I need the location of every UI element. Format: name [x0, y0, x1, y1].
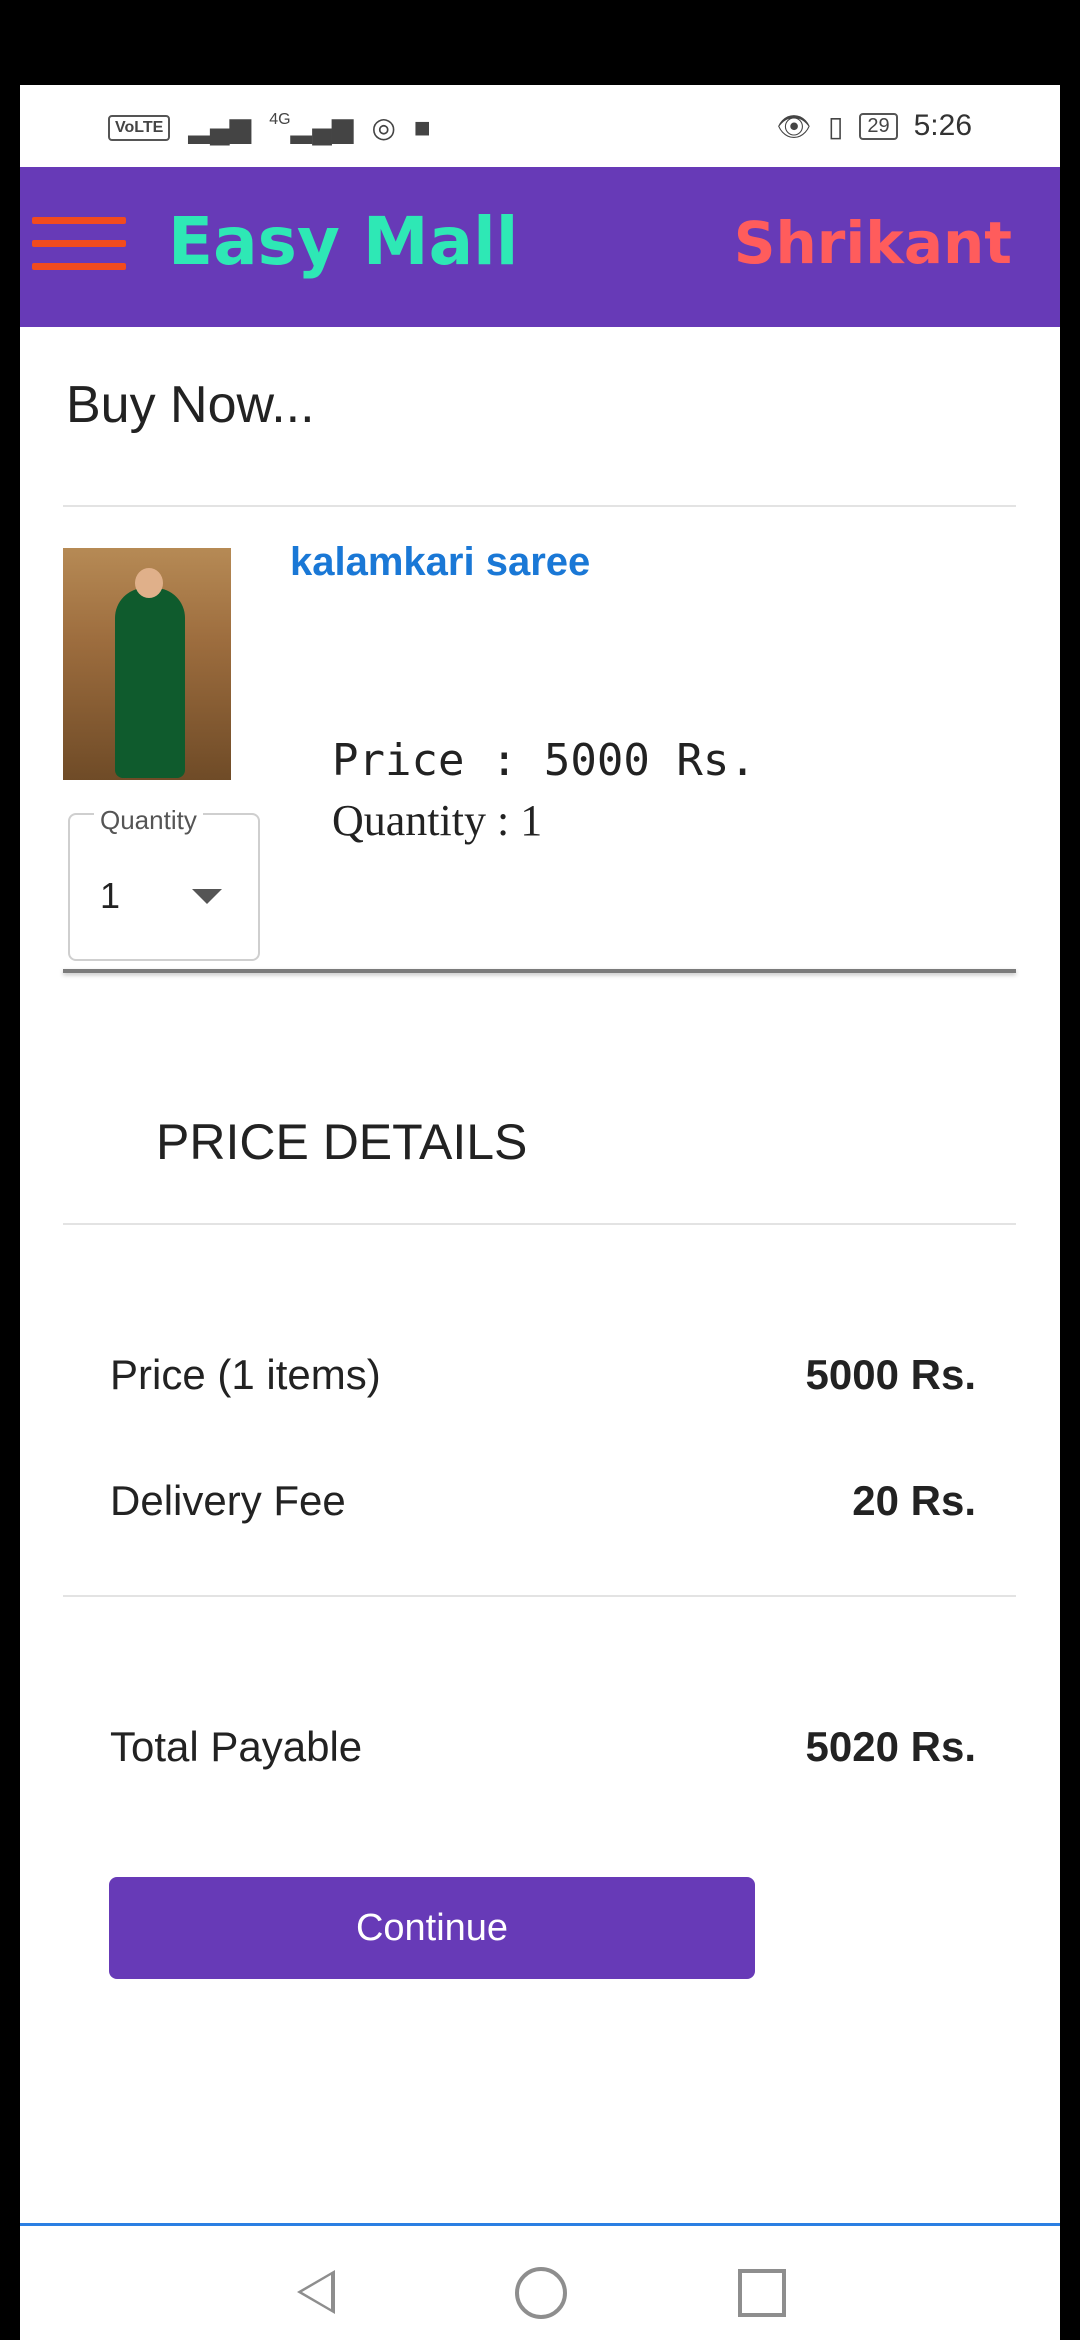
network-label: 4G — [269, 111, 291, 128]
chevron-down-icon — [192, 889, 222, 904]
app-screen: VoLTE ▂▄▆ 4G▂▄▆ ◎ ■ 👁 ▯ 29 5:26 Easy Mal… — [20, 85, 1060, 2340]
continue-button[interactable]: Continue — [109, 1877, 755, 1979]
quantity-select-label: Quantity — [94, 805, 203, 836]
product-quantity: Quantity : 1 — [332, 796, 543, 845]
page-title: Buy Now... — [66, 376, 315, 434]
total-payable-value: 5020 Rs. — [805, 1723, 976, 1770]
eye-icon: 👁 — [776, 110, 812, 142]
nav-bar-divider — [20, 2223, 1060, 2226]
quantity-select[interactable]: Quantity 1 — [68, 805, 260, 961]
status-right: 👁 ▯ 29 5:26 — [776, 109, 972, 143]
product-card-bottom — [63, 969, 1016, 973]
clock: 5:26 — [913, 109, 972, 142]
quantity-select-value: 1 — [100, 875, 121, 916]
battery-icon: 29 — [859, 112, 898, 140]
back-icon-inner — [302, 2275, 331, 2309]
volte-icon: VoLTE — [108, 114, 171, 141]
divider — [63, 505, 1016, 507]
price-label: Price (1 items) — [110, 1351, 381, 1398]
model-face — [135, 568, 163, 598]
price-details-title: PRICE DETAILS — [156, 1114, 528, 1170]
saree-figure — [115, 588, 185, 778]
total-payable-label: Total Payable — [110, 1723, 363, 1770]
price-value: 5000 Rs. — [805, 1351, 976, 1398]
hotspot-icon: ◎ — [371, 112, 396, 143]
delivery-fee-value: 20 Rs. — [852, 1477, 976, 1524]
divider — [63, 1595, 1016, 1597]
user-name[interactable]: Shrikant — [734, 209, 1012, 277]
signal-icon: ▂▄▆ — [188, 112, 252, 143]
app-title: Easy Mall — [168, 203, 519, 280]
status-bar: VoLTE ▂▄▆ 4G▂▄▆ ◎ ■ 👁 ▯ 29 5:26 — [20, 85, 1060, 167]
menu-icon[interactable] — [32, 217, 126, 277]
4g-signal-icon: 4G▂▄▆ — [269, 111, 354, 143]
divider — [63, 1223, 1016, 1225]
home-icon[interactable] — [515, 2267, 567, 2319]
app-bar: Easy Mall Shrikant — [20, 167, 1060, 327]
recents-icon[interactable] — [738, 2269, 786, 2317]
delivery-fee-label: Delivery Fee — [110, 1477, 346, 1524]
product-name[interactable]: kalamkari saree — [290, 540, 590, 585]
product-price: Price : 5000 Rs. — [332, 735, 756, 786]
status-left: VoLTE ▂▄▆ 4G▂▄▆ ◎ ■ — [108, 111, 431, 144]
vibrate-icon: ▯ — [827, 110, 844, 142]
product-image[interactable] — [63, 548, 231, 780]
stop-icon: ■ — [413, 111, 431, 143]
